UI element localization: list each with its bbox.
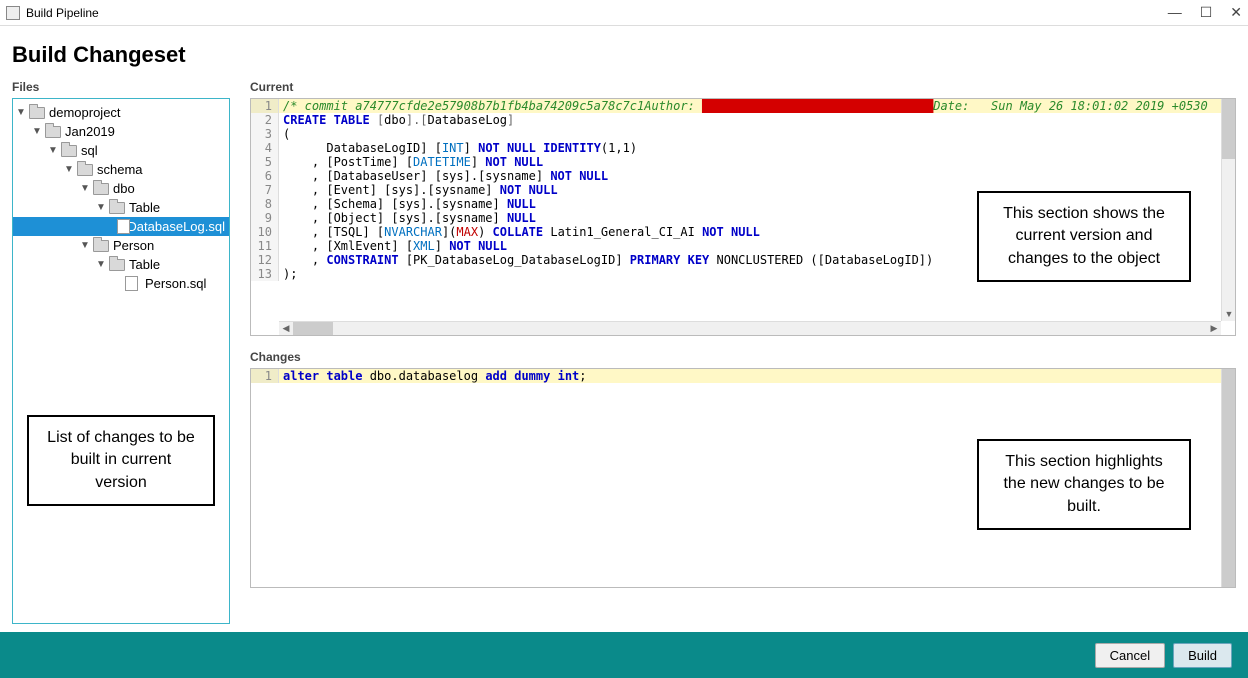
code-line: 5 , [PostTime] [DATETIME] NOT NULL bbox=[251, 155, 1235, 169]
tree-toggle-icon[interactable]: ▼ bbox=[63, 164, 75, 175]
changes-vscrollbar[interactable] bbox=[1221, 369, 1235, 587]
code-line: 6 , [DatabaseUser] [sys].[sysname] NOT N… bbox=[251, 169, 1235, 183]
line-number: 4 bbox=[251, 141, 279, 155]
code-text: CREATE TABLE [dbo].[DatabaseLog] bbox=[279, 113, 1235, 127]
code-line: 2CREATE TABLE [dbo].[DatabaseLog] bbox=[251, 113, 1235, 127]
folder-icon bbox=[45, 125, 61, 138]
footer-bar: Cancel Build bbox=[0, 632, 1248, 678]
page-title: Build Changeset bbox=[0, 26, 1248, 80]
folder-icon bbox=[93, 239, 109, 252]
line-number: 12 bbox=[251, 253, 279, 267]
maximize-icon[interactable]: ☐ bbox=[1200, 4, 1213, 21]
line-number: 7 bbox=[251, 183, 279, 197]
annotation-files: List of changes to be built in current v… bbox=[27, 415, 215, 506]
file-icon bbox=[125, 277, 141, 290]
tree-item-label: Person bbox=[113, 238, 154, 253]
current-vscrollbar[interactable]: ▼ bbox=[1221, 99, 1235, 321]
folder-icon bbox=[61, 144, 77, 157]
changes-panel: Changes 1alter table dbo.databaselog add… bbox=[250, 350, 1236, 588]
tree-folder[interactable]: ▼ demoproject bbox=[13, 103, 229, 122]
code-text: /* commit a74777cfde2e57908b7b1fb4ba7420… bbox=[279, 99, 1236, 113]
line-number: 9 bbox=[251, 211, 279, 225]
tree-item-label: sql bbox=[81, 143, 98, 158]
folder-icon bbox=[29, 106, 45, 119]
file-icon bbox=[117, 220, 123, 233]
tree-folder[interactable]: ▼ dbo bbox=[13, 179, 229, 198]
code-line: 1/* commit a74777cfde2e57908b7b1fb4ba742… bbox=[251, 99, 1235, 113]
line-number: 1 bbox=[251, 99, 279, 113]
line-number: 5 bbox=[251, 155, 279, 169]
tree-item-label: Jan2019 bbox=[65, 124, 115, 139]
tree-toggle-icon[interactable]: ▼ bbox=[47, 145, 59, 156]
titlebar: Build Pipeline — ☐ ✕ bbox=[0, 0, 1248, 26]
tree-item-label: Person.sql bbox=[145, 276, 206, 291]
tree-folder[interactable]: ▼ Person bbox=[13, 236, 229, 255]
tree-folder[interactable]: ▼ Table bbox=[13, 198, 229, 217]
annotation-changes: This section highlights the new changes … bbox=[977, 439, 1191, 530]
line-number: 3 bbox=[251, 127, 279, 141]
current-hscrollbar[interactable]: ◀ ▶ bbox=[279, 321, 1221, 335]
code-text: , [DatabaseUser] [sys].[sysname] NOT NUL… bbox=[279, 169, 1235, 183]
tree-toggle-icon[interactable]: ▼ bbox=[15, 107, 27, 118]
main-area: Files ▼ demoproject ▼ Jan2019 ▼ sql ▼ schema ▼ db… bbox=[0, 80, 1248, 632]
files-panel: Files ▼ demoproject ▼ Jan2019 ▼ sql ▼ schema ▼ db… bbox=[12, 80, 230, 624]
line-number: 2 bbox=[251, 113, 279, 127]
tree-file[interactable]: DatabaseLog.sql bbox=[13, 217, 229, 236]
line-number: 10 bbox=[251, 225, 279, 239]
code-line: 1alter table dbo.databaselog add dummy i… bbox=[251, 369, 1235, 383]
code-line: 4 DatabaseLogID] [INT] NOT NULL IDENTITY… bbox=[251, 141, 1235, 155]
annotation-current: This section shows the current version a… bbox=[977, 191, 1191, 282]
tree-toggle-icon[interactable]: ▼ bbox=[79, 183, 91, 194]
tree-folder[interactable]: ▼ Jan2019 bbox=[13, 122, 229, 141]
code-text: ( bbox=[279, 127, 1235, 141]
folder-icon bbox=[77, 163, 93, 176]
folder-icon bbox=[93, 182, 109, 195]
tree-toggle-icon[interactable]: ▼ bbox=[31, 126, 43, 137]
code-line: 3( bbox=[251, 127, 1235, 141]
files-tree: ▼ demoproject ▼ Jan2019 ▼ sql ▼ schema ▼ dbo ▼ Tabl… bbox=[12, 98, 230, 624]
code-text: alter table dbo.databaselog add dummy in… bbox=[279, 369, 1235, 383]
current-code-box: 1/* commit a74777cfde2e57908b7b1fb4ba742… bbox=[250, 98, 1236, 336]
close-icon[interactable]: ✕ bbox=[1230, 4, 1242, 21]
tree-toggle-icon[interactable]: ▼ bbox=[79, 240, 91, 251]
app-icon bbox=[6, 6, 20, 20]
tree-folder[interactable]: ▼ schema bbox=[13, 160, 229, 179]
line-number: 8 bbox=[251, 197, 279, 211]
files-label: Files bbox=[12, 80, 230, 94]
line-number: 11 bbox=[251, 239, 279, 253]
minimize-icon[interactable]: — bbox=[1168, 4, 1182, 21]
build-button[interactable]: Build bbox=[1173, 643, 1232, 668]
folder-icon bbox=[109, 201, 125, 214]
window-controls: — ☐ ✕ bbox=[1168, 4, 1242, 21]
tree-item-label: dbo bbox=[113, 181, 135, 196]
changes-label: Changes bbox=[250, 350, 1236, 364]
code-text: DatabaseLogID] [INT] NOT NULL IDENTITY(1… bbox=[279, 141, 1235, 155]
current-panel: Current 1/* commit a74777cfde2e57908b7b1… bbox=[250, 80, 1236, 336]
tree-toggle-icon[interactable]: ▼ bbox=[95, 259, 107, 270]
folder-icon bbox=[109, 258, 125, 271]
tree-item-label: demoproject bbox=[49, 105, 121, 120]
code-text: , [PostTime] [DATETIME] NOT NULL bbox=[279, 155, 1235, 169]
cancel-button[interactable]: Cancel bbox=[1095, 643, 1165, 668]
tree-item-label: schema bbox=[97, 162, 143, 177]
line-number: 1 bbox=[251, 369, 279, 383]
tree-folder[interactable]: ▼ sql bbox=[13, 141, 229, 160]
changes-code-box: 1alter table dbo.databaselog add dummy i… bbox=[250, 368, 1236, 588]
tree-item-label: Table bbox=[129, 257, 160, 272]
tree-item-label: DatabaseLog.sql bbox=[127, 219, 225, 234]
tree-folder[interactable]: ▼ Table bbox=[13, 255, 229, 274]
current-label: Current bbox=[250, 80, 1236, 94]
right-column: Current 1/* commit a74777cfde2e57908b7b1… bbox=[250, 80, 1236, 624]
tree-file[interactable]: Person.sql bbox=[13, 274, 229, 293]
line-number: 13 bbox=[251, 267, 279, 281]
window-title: Build Pipeline bbox=[26, 6, 1168, 20]
line-number: 6 bbox=[251, 169, 279, 183]
tree-toggle-icon[interactable]: ▼ bbox=[95, 202, 107, 213]
tree-item-label: Table bbox=[129, 200, 160, 215]
